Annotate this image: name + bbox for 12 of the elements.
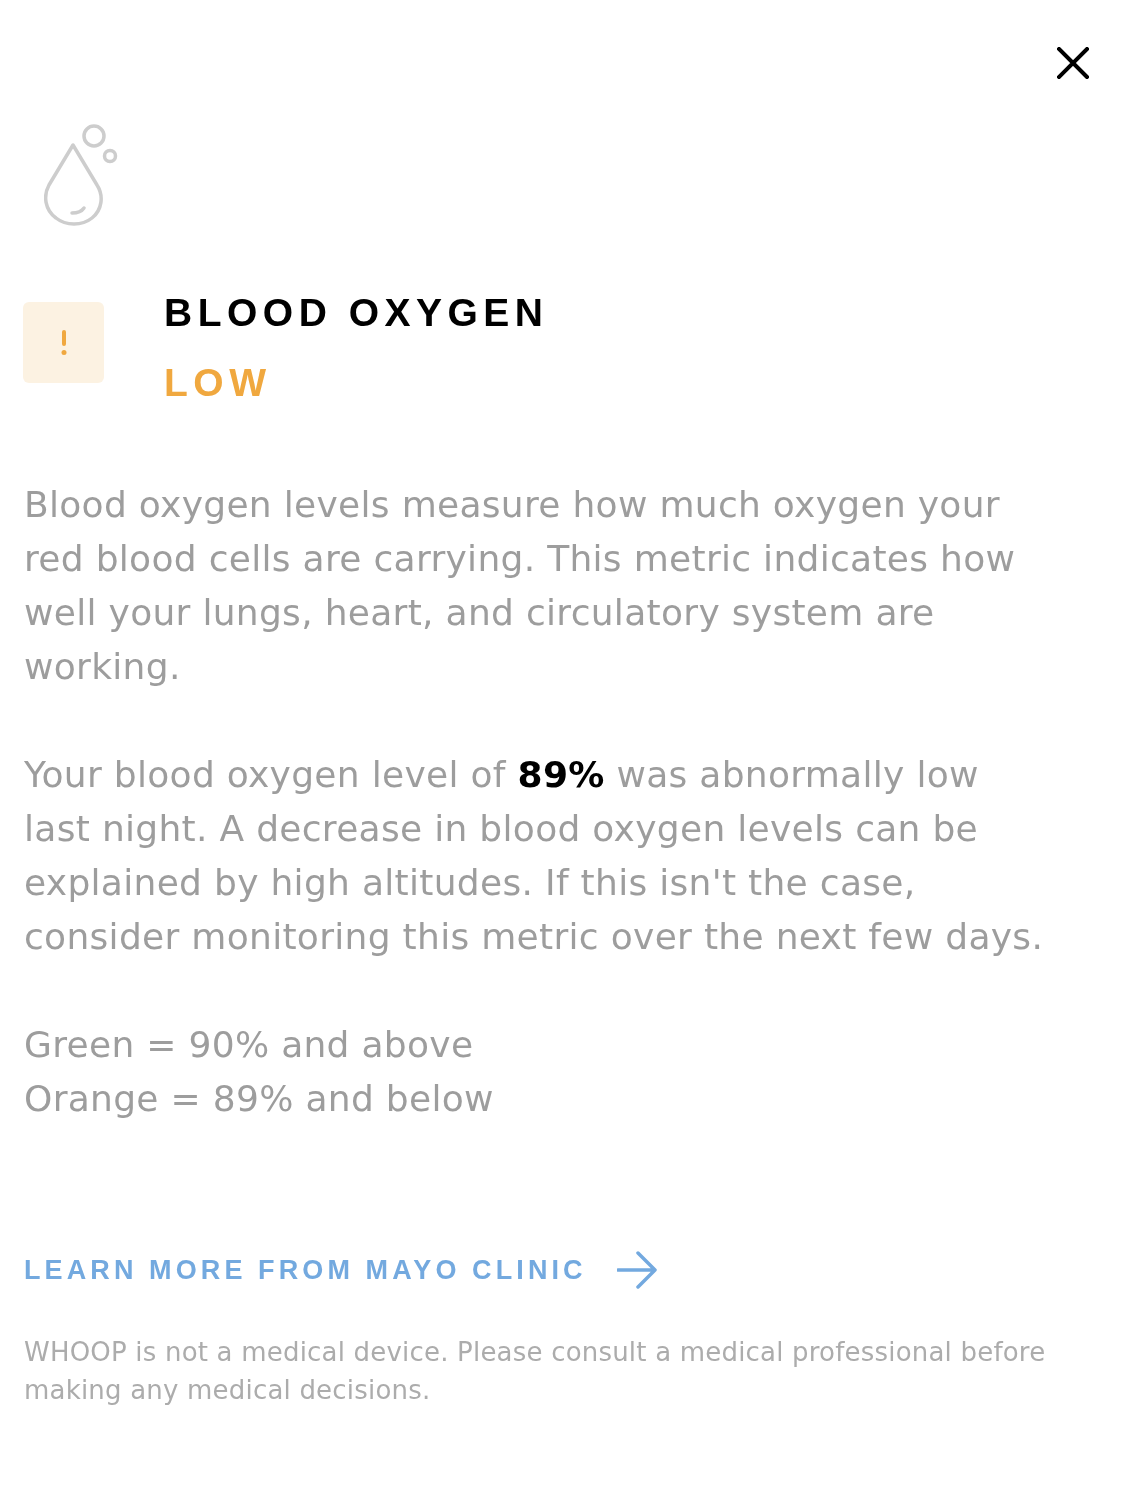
learn-more-link[interactable]: LEARN MORE FROM MAYO CLINIC: [24, 1251, 657, 1289]
description-paragraph: Your blood oxygen level of 89% was abnormally low last night. A decrease in blood oxygen levels can be explained by high altitudes. If this isn't the case, consider monitoring this metric over the next few days.: [24, 753, 1045, 959]
arrow-right-icon: [616, 1251, 657, 1289]
disclaimer-text: WHOOP is not a medical device. Please consult a medical professional before making any medical decisions.: [24, 1336, 1047, 1407]
legend-line: Green = 90% and above: [24, 1023, 475, 1067]
description-paragraph: Blood oxygen levels measure how much oxygen your red blood cells are carrying. This metric indicates how well your lungs, heart, and circulatory system are working.: [24, 483, 1017, 689]
water-drop-with-bubbles-icon: [44, 122, 118, 228]
close-icon: [1057, 47, 1089, 79]
legend-line: Orange = 89% and below: [24, 1077, 495, 1121]
metric-title: BLOOD OXYGEN: [164, 290, 549, 336]
status-label: LOW: [164, 360, 272, 406]
close-button[interactable]: [1054, 44, 1092, 82]
